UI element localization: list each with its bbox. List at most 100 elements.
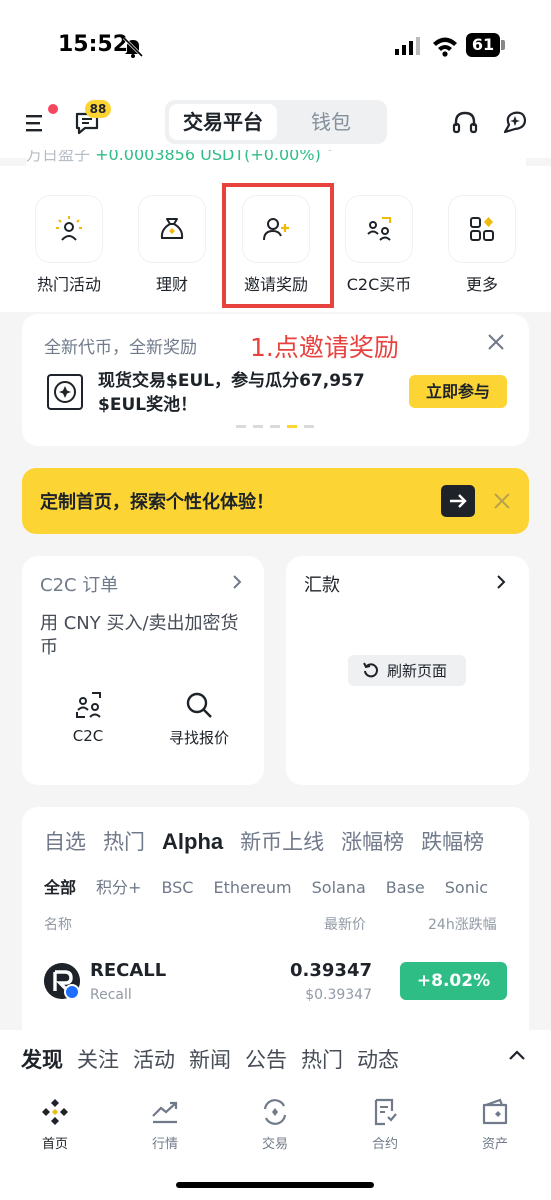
c2c-action-label[interactable]: C2C bbox=[40, 727, 136, 745]
search-icon[interactable] bbox=[184, 690, 214, 720]
promo-text: 现货交易$EUL，参与瓜分67,957 $EUL奖池！ bbox=[98, 371, 365, 415]
token-logo-icon bbox=[47, 374, 83, 410]
tab-wallet[interactable]: 钱包 bbox=[281, 104, 381, 140]
menu-icon[interactable] bbox=[26, 112, 48, 134]
column-header-price[interactable]: 最新价 bbox=[324, 914, 366, 934]
chevron-down-icon[interactable]: ˅ bbox=[326, 150, 334, 164]
nav-trade[interactable]: 交易 bbox=[235, 1097, 315, 1152]
coin-price: 0.39347 bbox=[290, 960, 372, 981]
tab-announcements[interactable]: 公告 bbox=[245, 1044, 287, 1074]
battery-tip bbox=[501, 40, 505, 50]
home-icon bbox=[42, 1099, 68, 1125]
nav-assets[interactable]: 资产 bbox=[455, 1097, 535, 1152]
subtab-base[interactable]: Base bbox=[386, 878, 425, 896]
home-indicator[interactable] bbox=[176, 1182, 374, 1188]
grid-more-icon bbox=[470, 217, 494, 241]
chain-badge-icon bbox=[64, 984, 80, 1000]
notification-dot bbox=[48, 104, 58, 114]
quick-action-label: 理财 bbox=[155, 275, 188, 294]
close-icon[interactable] bbox=[492, 491, 512, 511]
quick-action-label: 更多 bbox=[465, 275, 498, 294]
annotation-text: 1.点邀请奖励 bbox=[250, 333, 399, 362]
close-icon[interactable] bbox=[486, 332, 506, 352]
tab-discover[interactable]: 发现 bbox=[21, 1044, 63, 1074]
nav-home[interactable]: 首页 bbox=[15, 1097, 95, 1152]
markets-icon bbox=[152, 1101, 178, 1124]
c2c-card-description: 用 CNY 买入/卖出加密货币 bbox=[40, 613, 239, 658]
balance-value: +0.0003856 USDT(+0.00%) bbox=[95, 150, 321, 164]
refresh-page-label: 刷新页面 bbox=[387, 662, 448, 680]
status-time: 15:52 bbox=[58, 32, 129, 57]
headset-icon[interactable] bbox=[452, 110, 478, 136]
nav-futures[interactable]: 合约 bbox=[345, 1097, 425, 1152]
banner-text: 定制首页，探索个性化体验！ bbox=[40, 492, 274, 513]
chevron-right-icon[interactable] bbox=[494, 573, 508, 591]
chevron-right-icon[interactable] bbox=[230, 573, 244, 591]
futures-icon bbox=[374, 1098, 397, 1126]
coin-change-badge: +8.02% bbox=[400, 962, 507, 1000]
subtab-ethereum[interactable]: Ethereum bbox=[213, 878, 291, 896]
carousel-indicator bbox=[236, 425, 316, 429]
discover-tabs: 发现 关注 活动 新闻 公告 热门 动态 bbox=[21, 1044, 413, 1074]
sun-person-icon bbox=[56, 216, 82, 241]
c2c-card-title: C2C 订单 bbox=[40, 575, 119, 596]
column-header-name[interactable]: 名称 bbox=[44, 914, 72, 934]
remittance-card-title: 汇款 bbox=[304, 575, 340, 596]
tab-losers[interactable]: 跌幅榜 bbox=[421, 826, 484, 856]
quick-action-label: 热门活动 bbox=[36, 275, 101, 294]
tab-news[interactable]: 新闻 bbox=[189, 1044, 231, 1074]
quick-action-label: C2C买币 bbox=[346, 275, 412, 294]
find-quote-label[interactable]: 寻找报价 bbox=[150, 727, 248, 748]
quick-action-hot-events[interactable] bbox=[36, 196, 102, 262]
annotation-highlight-box bbox=[222, 183, 334, 308]
market-subtabs: 全部 积分+ BSC Ethereum Solana Base Sonic bbox=[44, 874, 509, 896]
money-bag-icon bbox=[160, 218, 184, 239]
tab-events[interactable]: 活动 bbox=[133, 1044, 175, 1074]
wifi-icon bbox=[433, 37, 457, 57]
refresh-icon bbox=[363, 662, 378, 678]
tab-exchange[interactable]: 交易平台 bbox=[169, 104, 277, 140]
tab-new-listings[interactable]: 新币上线 bbox=[240, 826, 324, 856]
market-tabs: 自选 热门 Alpha 新币上线 涨幅榜 跌幅榜 bbox=[44, 826, 509, 856]
c2c-users-icon bbox=[367, 217, 391, 241]
message-count-badge: 88 bbox=[85, 100, 111, 118]
column-header-change[interactable]: 24h涨跌幅 bbox=[428, 914, 497, 934]
tab-alpha[interactable]: Alpha bbox=[162, 829, 223, 855]
tab-watchlist[interactable]: 自选 bbox=[44, 826, 86, 856]
tab-gainers[interactable]: 涨幅榜 bbox=[341, 826, 404, 856]
subtab-solana[interactable]: Solana bbox=[312, 878, 366, 896]
nav-markets[interactable]: 行情 bbox=[125, 1097, 205, 1152]
battery-icon: 61 bbox=[466, 33, 500, 57]
nav-label: 合约 bbox=[371, 1137, 398, 1152]
trade-icon bbox=[263, 1099, 287, 1125]
wallet-icon bbox=[482, 1098, 508, 1125]
quick-action-earn[interactable] bbox=[139, 196, 205, 262]
coin-name: Recall bbox=[90, 987, 132, 1003]
chevron-up-icon[interactable] bbox=[508, 1048, 526, 1062]
subtab-points[interactable]: 积分+ bbox=[96, 874, 141, 896]
tab-hot[interactable]: 热门 bbox=[103, 826, 145, 856]
coin-symbol: RECALL bbox=[90, 960, 167, 981]
tab-feed[interactable]: 动态 bbox=[357, 1044, 399, 1074]
c2c-users-icon[interactable] bbox=[74, 690, 104, 720]
coin-usd-price: $0.39347 bbox=[305, 987, 372, 1003]
nav-label: 交易 bbox=[261, 1137, 288, 1152]
signal-icon bbox=[395, 37, 420, 55]
ai-assistant-icon[interactable] bbox=[500, 108, 530, 138]
join-now-button[interactable]: 立即参与 bbox=[409, 375, 507, 408]
quick-action-c2c[interactable] bbox=[346, 196, 412, 262]
quick-action-more[interactable] bbox=[449, 196, 515, 262]
arrow-right-icon[interactable] bbox=[441, 485, 475, 517]
subtab-bsc[interactable]: BSC bbox=[161, 878, 193, 896]
subtab-all[interactable]: 全部 bbox=[44, 874, 76, 896]
tab-trending[interactable]: 热门 bbox=[301, 1044, 343, 1074]
balance-line: 万日盈子 +0.0003856 USDT(+0.00%) ˅ bbox=[26, 150, 526, 166]
promo-title: 全新代币，全新奖励 bbox=[44, 338, 197, 358]
nav-label: 首页 bbox=[41, 1137, 68, 1152]
bell-off-icon bbox=[122, 36, 144, 58]
nav-label: 行情 bbox=[151, 1137, 178, 1152]
tab-following[interactable]: 关注 bbox=[77, 1044, 119, 1074]
balance-label: 万日盈子 bbox=[26, 150, 91, 164]
nav-label: 资产 bbox=[481, 1137, 508, 1152]
subtab-sonic[interactable]: Sonic bbox=[445, 878, 488, 896]
